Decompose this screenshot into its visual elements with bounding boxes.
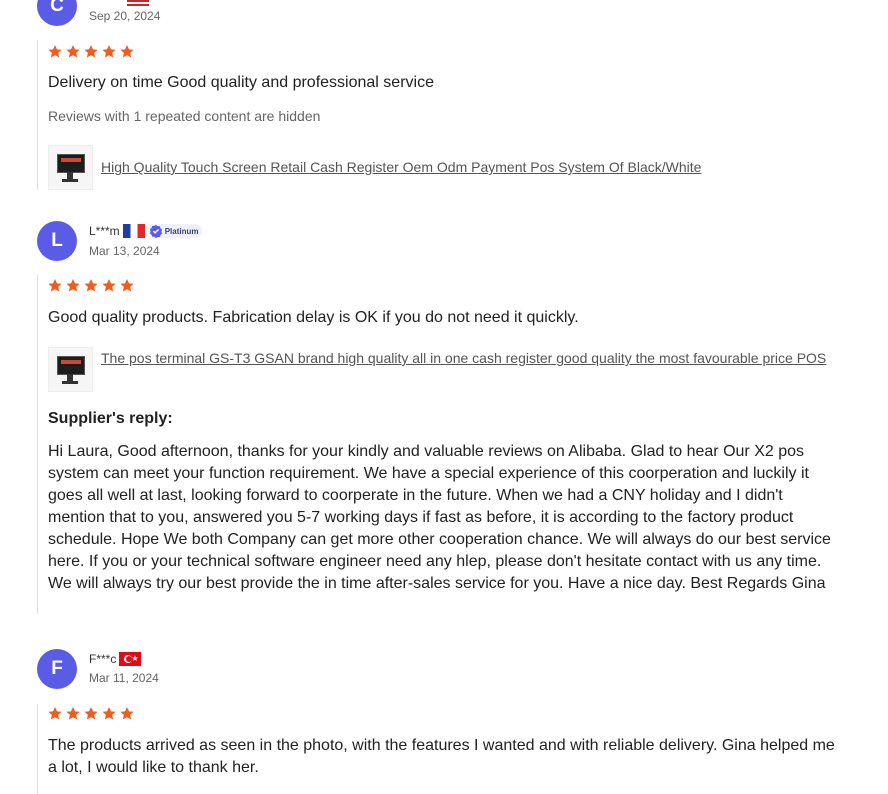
platinum-badge: Platinum [147, 224, 203, 238]
product-title-link[interactable]: High Quality Touch Screen Retail Cash Re… [101, 157, 701, 178]
avatar: C [37, 0, 77, 26]
star-rating [47, 278, 135, 293]
review-date: Sep 20, 2024 [89, 9, 161, 23]
hidden-reviews-note: Reviews with 1 repeated content are hidd… [48, 108, 321, 124]
supplier-reply-title: Supplier's reply: [48, 410, 173, 427]
product-title-link[interactable]: The pos terminal GS-T3 GSAN brand high q… [101, 348, 826, 369]
reviewer-name: F***c [89, 652, 117, 666]
product-link[interactable]: The pos terminal GS-T3 GSAN brand high q… [48, 347, 838, 392]
product-thumbnail[interactable] [48, 145, 93, 190]
star-icon [84, 44, 98, 58]
review-date: Mar 11, 2024 [89, 671, 159, 685]
star-icon [66, 44, 80, 58]
badge-label: Platinum [164, 226, 199, 236]
review-date: Mar 13, 2024 [89, 244, 160, 258]
fr-flag-icon [122, 224, 145, 238]
avatar: F [37, 649, 77, 689]
product-link[interactable]: High Quality Touch Screen Retail Cash Re… [48, 145, 838, 190]
star-icon [120, 44, 134, 58]
tr-flag-icon: ★ [119, 652, 142, 666]
avatar-initial: L [51, 230, 63, 251]
reviewer-name: L***m [89, 224, 120, 238]
star-icon [84, 278, 98, 292]
avatar-initial: C [50, 0, 64, 16]
star-icon [48, 706, 62, 720]
review-text: Delivery on time Good quality and profes… [48, 74, 434, 91]
review-text: Good quality products. Fabrication delay… [48, 309, 579, 326]
avatar: L [37, 221, 77, 261]
star-rating [47, 706, 135, 721]
supplier-reply-text: Hi Laura, Good afternoon, thanks for you… [48, 443, 831, 592]
verified-check-icon [149, 224, 162, 238]
star-icon [120, 706, 134, 720]
star-rating [47, 44, 135, 59]
star-icon [48, 278, 62, 292]
product-thumbnail[interactable] [48, 347, 93, 392]
star-icon [102, 706, 116, 720]
review-text: The products arrived as seen in the phot… [48, 737, 835, 776]
star-icon [84, 706, 98, 720]
star-icon [48, 44, 62, 58]
star-icon [66, 278, 80, 292]
avatar-initial: F [51, 658, 63, 679]
star-icon [120, 278, 134, 292]
star-icon [102, 44, 116, 58]
us-flag-icon [127, 0, 149, 6]
star-icon [66, 706, 80, 720]
star-icon [102, 278, 116, 292]
